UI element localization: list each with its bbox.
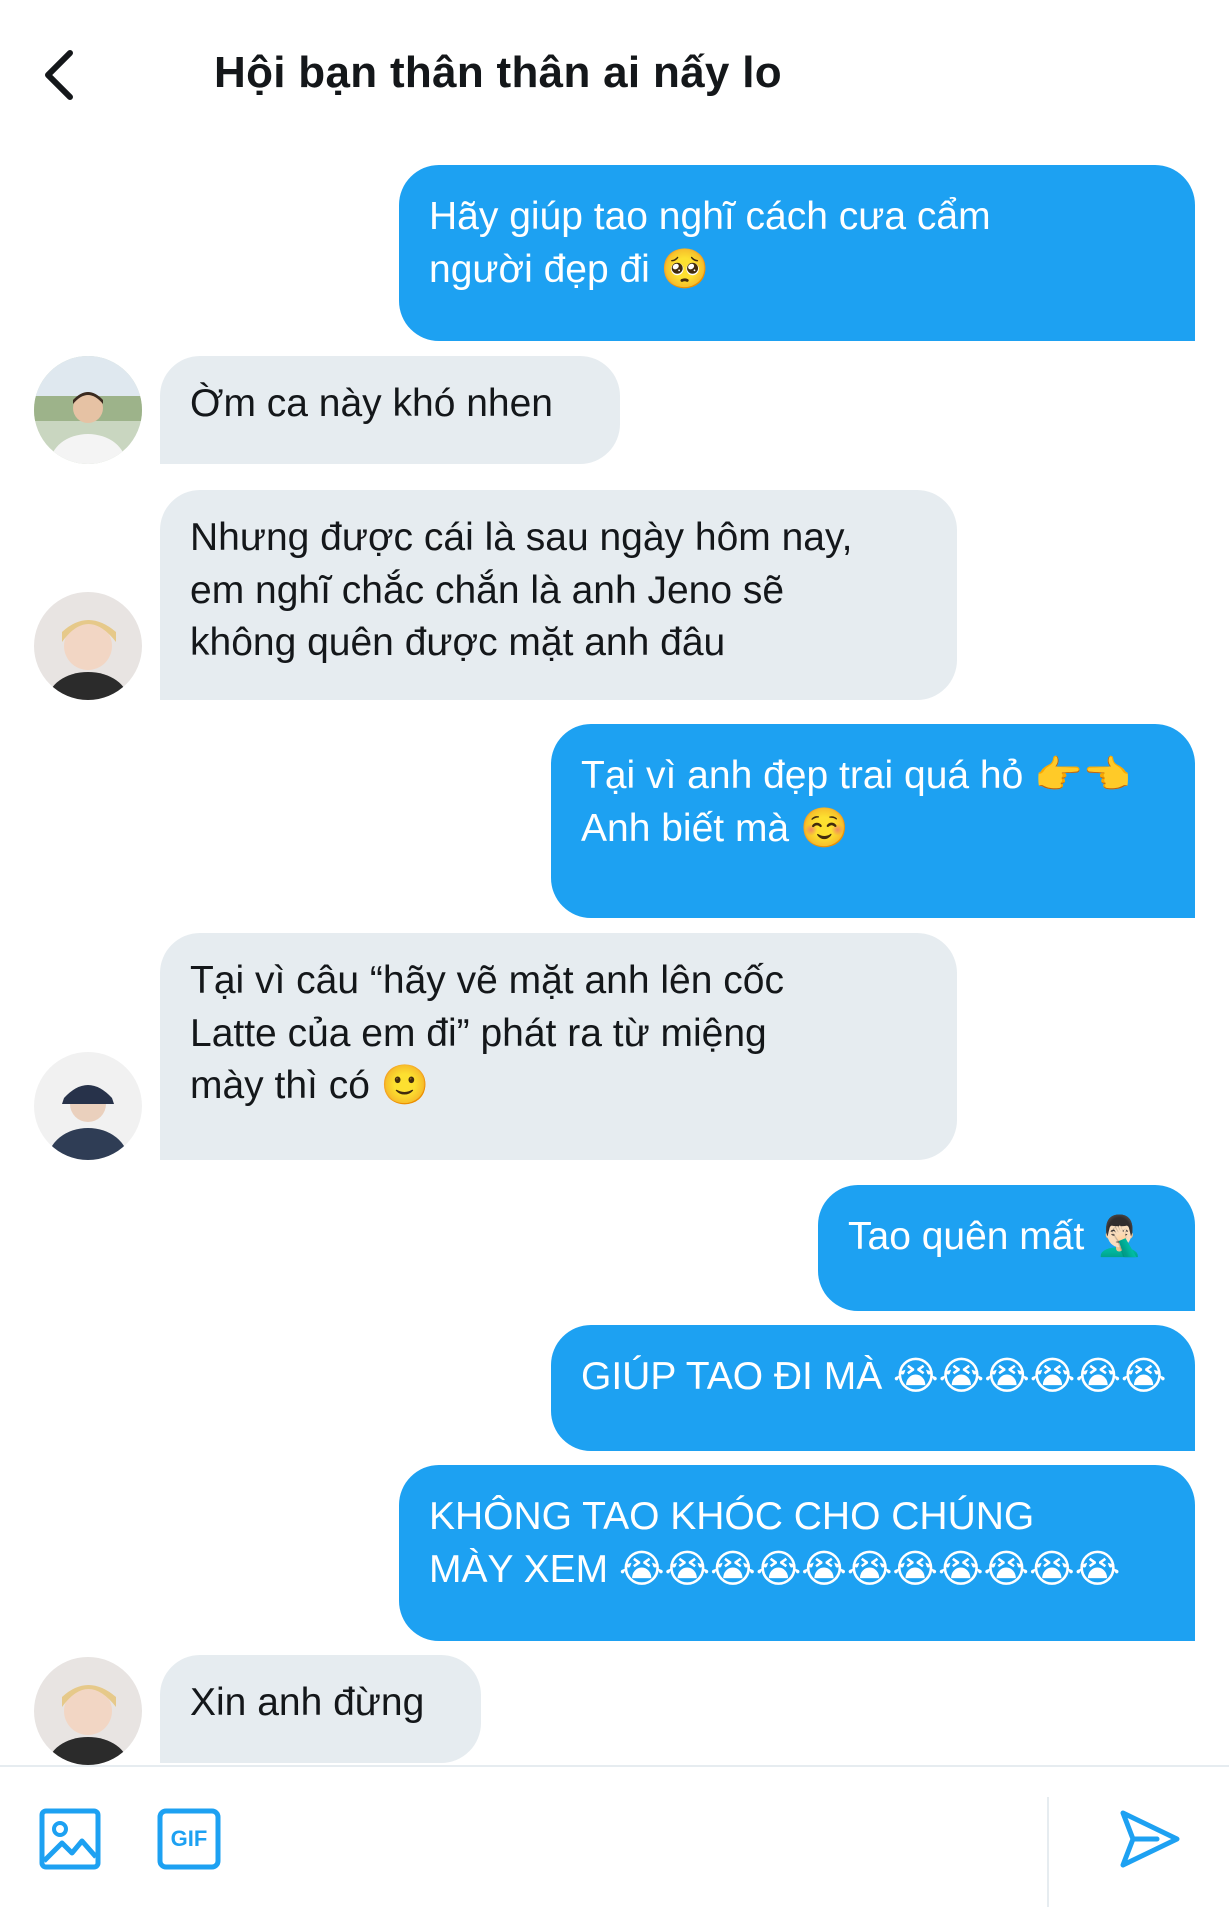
message-text: Tại vì anh đẹp trai quá hỏ 👉👈 [581,754,1132,797]
message-text: Anh biết mà ☺️ [581,806,849,850]
message-text: Xin anh đừng [190,1681,425,1724]
message-bubble-incoming[interactable]: Tại vì câu “hãy vẽ mặt anh lên cốc Latte… [160,933,957,1160]
message-bubble-outgoing[interactable]: Tao quên mất 🤦🏻‍♂️ [818,1185,1195,1311]
avatar[interactable] [34,592,142,700]
message-bubble-outgoing[interactable]: KHÔNG TAO KHÓC CHO CHÚNG MÀY XEM 😭😭😭😭😭😭😭… [399,1465,1195,1641]
message-text: Hãy giúp tao nghĩ cách cưa cẩm [429,195,991,238]
message-text: Latte của em đi” phát ra từ miệng [190,1011,767,1055]
user-photo [34,1657,142,1765]
message-text: KHÔNG TAO KHÓC CHO CHÚNG [429,1495,1035,1538]
send-button[interactable] [1117,1807,1181,1876]
image-icon [39,1808,101,1870]
message-bubble-outgoing[interactable]: GIÚP TAO ĐI MÀ 😭😭😭😭😭😭 [551,1325,1195,1451]
user-photo [34,1052,142,1160]
message-text: không quên được mặt anh đâu [190,621,726,665]
avatar[interactable] [34,1657,142,1765]
conversation-header: Hội bạn thân thân ai nấy lo [0,0,1229,150]
message-text: người đẹp đi 🥺 [429,247,710,291]
message-text: Ờm ca này khó nhen [190,382,553,425]
add-gif-button[interactable]: GIF [156,1807,222,1876]
back-arrow-icon [45,50,73,100]
message-bubble-incoming[interactable]: Ờm ca này khó nhen [160,356,620,464]
message-bubble-outgoing[interactable]: Hãy giúp tao nghĩ cách cưa cẩm người đẹp… [399,165,1195,341]
message-bubble-incoming[interactable]: Xin anh đừng [160,1655,481,1763]
message-text: GIÚP TAO ĐI MÀ 😭😭😭😭😭😭 [581,1355,1167,1398]
message-bubble-outgoing[interactable]: Tại vì anh đẹp trai quá hỏ 👉👈 Anh biết m… [551,724,1195,918]
message-text: mày thì có 🙂 [190,1064,430,1108]
composer-divider [1047,1797,1049,1907]
add-image-button[interactable] [38,1807,102,1876]
message-text: MÀY XEM 😭😭😭😭😭😭😭😭😭😭😭 [429,1547,1121,1591]
send-icon [1120,1810,1180,1868]
avatar[interactable] [34,1052,142,1160]
avatar[interactable] [34,356,142,464]
conversation-title: Hội bạn thân thân ai nấy lo [214,48,782,97]
message-bubble-incoming[interactable]: Nhưng được cái là sau ngày hôm nay, em n… [160,490,957,700]
message-text: em nghĩ chắc chắn là anh Jeno sẽ [190,568,785,612]
back-button[interactable] [40,45,90,105]
user-photo [34,592,142,700]
message-text: Tao quên mất 🤦🏻‍♂️ [848,1215,1144,1258]
user-photo [34,356,142,464]
message-text: Tại vì câu “hãy vẽ mặt anh lên cốc [190,959,784,1002]
composer-bar: GIF [0,1765,1229,1922]
message-text: Nhưng được cái là sau ngày hôm nay, [190,516,853,559]
gif-label: GIF [170,1826,208,1851]
